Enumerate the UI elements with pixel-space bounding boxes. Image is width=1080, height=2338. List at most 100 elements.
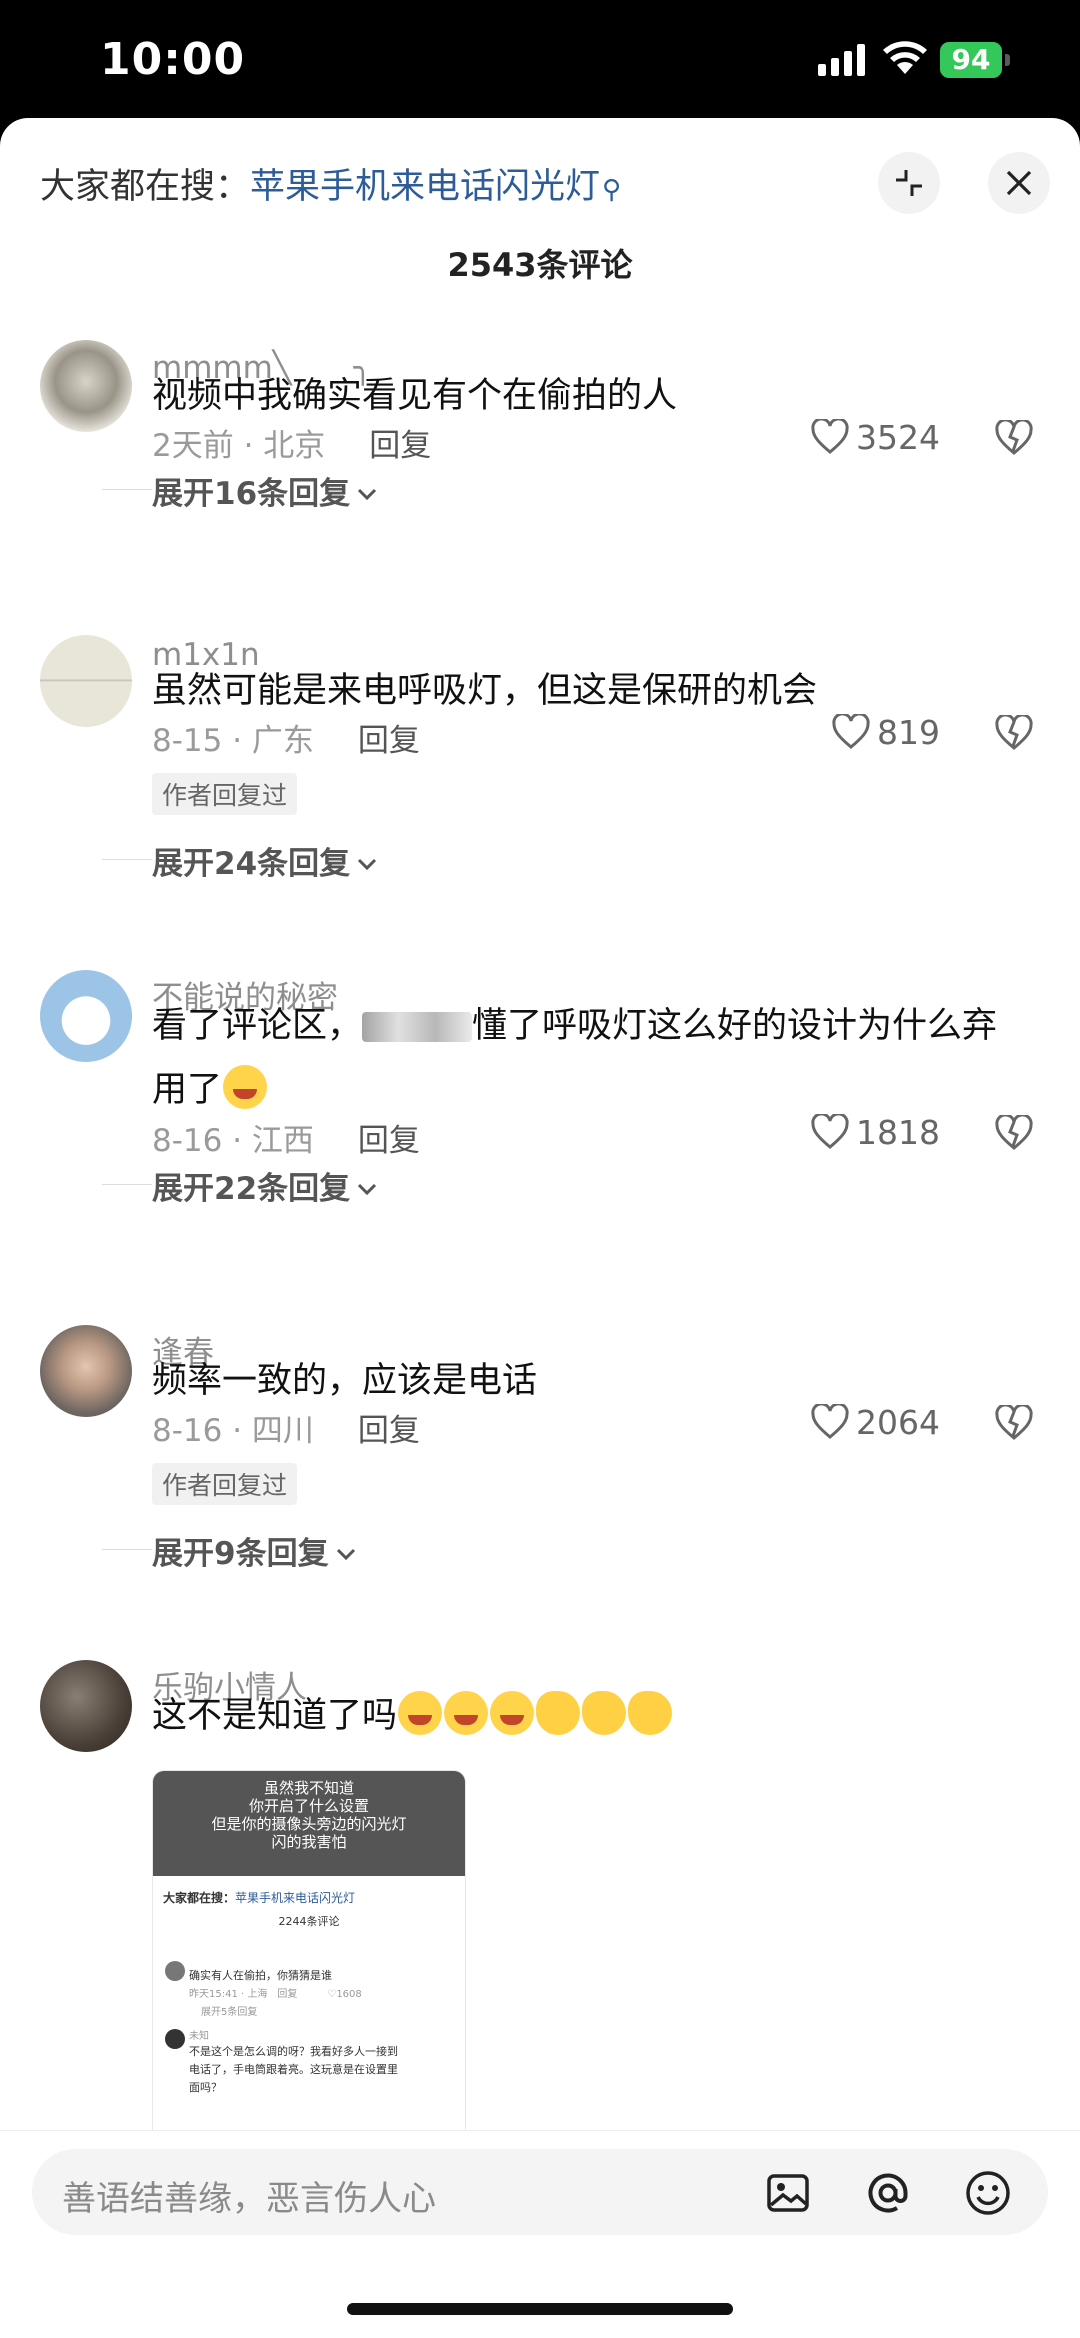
heart-icon [811,1111,849,1149]
thumbnail-comment-count: 2244条评论 [278,1915,340,1928]
expand-label: 展开9条回复 [152,1536,329,1572]
expand-label: 展开16条回复 [152,476,351,512]
avatar[interactable] [40,1660,132,1752]
thumbnail-comment-text: 面吗？ [189,2081,222,2094]
obscured-text [362,1012,473,1042]
thumbnail-caption-line: 你开启了什么设置 [248,1797,369,1815]
collapse-icon [896,170,922,196]
heart-icon [832,711,870,749]
expand-replies-button[interactable]: 展开24条回复 [102,838,378,883]
author-replied-badge: 作者回复过 [152,773,298,815]
reply-button[interactable]: 回复 [358,1123,420,1159]
crying-laughing-emoji-icon [398,1691,443,1735]
like-button[interactable]: 1818 [810,1111,940,1152]
attached-screenshot[interactable]: 虽然我不知道 你开启了什么设置 但是你的摄像头旁边的闪光灯 闪的我害怕 大家都在… [152,1770,466,2162]
ok-hand-emoji-icon [628,1691,673,1735]
wifi-icon [883,41,927,74]
comment-text: 看了评论区， 懂了呼吸灯这么好的设计为什么弃用了 [152,994,1022,1122]
thumbnail-expand: 展开5条回复 [201,2007,258,2018]
like-button[interactable]: 2064 [810,1401,940,1442]
thumbnail-avatar [165,2029,185,2049]
dislike-icon[interactable] [994,715,1034,751]
time-location: 8-15 · 广东 [152,723,314,759]
like-button[interactable]: 819 [831,711,940,752]
comment-sheet: 大家都在搜：苹果手机来电话闪光灯⚲ 2543条评论 mmmm╲ ╮ 视频中我确实… [0,118,1080,2337]
avatar[interactable] [40,635,132,727]
chevron-down-icon [358,488,377,500]
expand-label: 展开22条回复 [152,1171,351,1207]
chevron-down-icon [358,858,377,870]
reply-button[interactable]: 回复 [358,723,420,759]
comment-input[interactable]: 善语结善缘，恶言伤人心 [32,2149,1048,2235]
comment-count: 2543条评论 [447,246,633,284]
mention-icon[interactable] [864,2169,912,2217]
ok-hand-emoji-icon [536,1691,581,1735]
divider [102,1184,152,1185]
divider [102,489,152,490]
dislike-icon[interactable] [994,1115,1034,1151]
collapse-button[interactable] [878,152,940,214]
time-location: 8-16 · 四川 [152,1413,314,1449]
time-location: 8-16 · 江西 [152,1123,314,1159]
thumbnail-search-bar: 大家都在搜：苹果手机来电话闪光灯 [163,1889,355,1906]
ok-hand-emoji-icon [582,1691,627,1735]
like-count: 1818 [856,1113,940,1152]
thumbnail-caption-line: 但是你的摄像头旁边的闪光灯 [211,1815,407,1833]
close-button[interactable] [988,152,1050,214]
crying-emoji-icon [223,1065,268,1109]
avatar[interactable] [40,340,132,432]
avatar[interactable] [40,970,132,1062]
crying-laughing-emoji-icon [444,1691,489,1735]
clock: 10:00 [100,34,246,85]
comment-meta: 8-16 · 江西 回复 [152,1115,420,1160]
thumbnail-comment-text: 不是这个是怎么调的呀？我看好多人一接到 [189,2045,398,2058]
dislike-icon[interactable] [994,1405,1034,1441]
comment-input-placeholder: 善语结善缘，恶言伤人心 [62,2179,436,2219]
heart-icon [811,416,849,454]
comment-text-part: 看了评论区， [152,1006,363,1046]
like-count: 3524 [856,418,940,457]
author-replied-badge: 作者回复过 [152,1463,298,1505]
like-button[interactable]: 3524 [810,416,940,457]
search-icon: ⚲ [602,175,622,205]
expand-label: 展开24条回复 [152,846,351,882]
avatar[interactable] [40,1325,132,1417]
thumbnail-comment-text: 确实有人在偷拍，你猜猜是谁 [189,1969,332,1982]
dislike-icon[interactable] [994,420,1034,456]
trending-search[interactable]: 大家都在搜：苹果手机来电话闪光灯⚲ [40,158,621,209]
expand-replies-button[interactable]: 展开22条回复 [102,1163,378,1208]
thumbnail-caption-line: 虽然我不知道 [263,1779,354,1797]
comment-text: 这不是知道了吗 [152,1684,1022,1748]
divider [102,1549,152,1550]
cellular-signal-icon [818,44,865,76]
image-icon[interactable] [764,2169,812,2217]
reply-button[interactable]: 回复 [358,1413,420,1449]
status-bar: 10:00 94 [0,0,1080,118]
thumbnail-caption-line: 闪的我害怕 [271,1833,347,1851]
like-count: 2064 [856,1403,940,1442]
thumbnail-avatar [165,1961,185,1981]
thumbnail-search-term: 苹果手机来电话闪光灯 [235,1891,356,1905]
like-count: 819 [877,713,940,752]
thumbnail-comment-text: 电话了，手电筒跟着亮。这玩意是在设置里 [189,2063,398,2076]
thumbnail-username: 未知 [189,2031,209,2042]
divider [102,859,152,860]
close-icon [1006,170,1032,196]
expand-replies-button[interactable]: 展开9条回复 [102,1528,357,1573]
emoji-icon[interactable] [964,2169,1012,2217]
comment-meta: 2天前 · 北京 回复 [152,420,431,465]
chevron-down-icon [358,1183,377,1195]
battery-icon: 94 [940,42,1010,78]
comment-meta: 8-16 · 四川 回复 [152,1405,420,1450]
crying-laughing-emoji-icon [490,1691,535,1735]
comment-text-part: 这不是知道了吗 [152,1696,398,1736]
reply-button[interactable]: 回复 [369,428,431,464]
search-term-link[interactable]: 苹果手机来电话闪光灯 [250,167,600,207]
home-indicator[interactable] [347,2303,733,2315]
expand-replies-button[interactable]: 展开16条回复 [102,468,378,513]
thumbnail-search-prefix: 大家都在搜： [163,1891,236,1905]
chevron-down-icon [336,1548,355,1560]
search-prefix: 大家都在搜： [40,167,251,207]
comment-composer: 善语结善缘，恶言伤人心 [0,2130,1080,2338]
heart-icon [811,1401,849,1439]
